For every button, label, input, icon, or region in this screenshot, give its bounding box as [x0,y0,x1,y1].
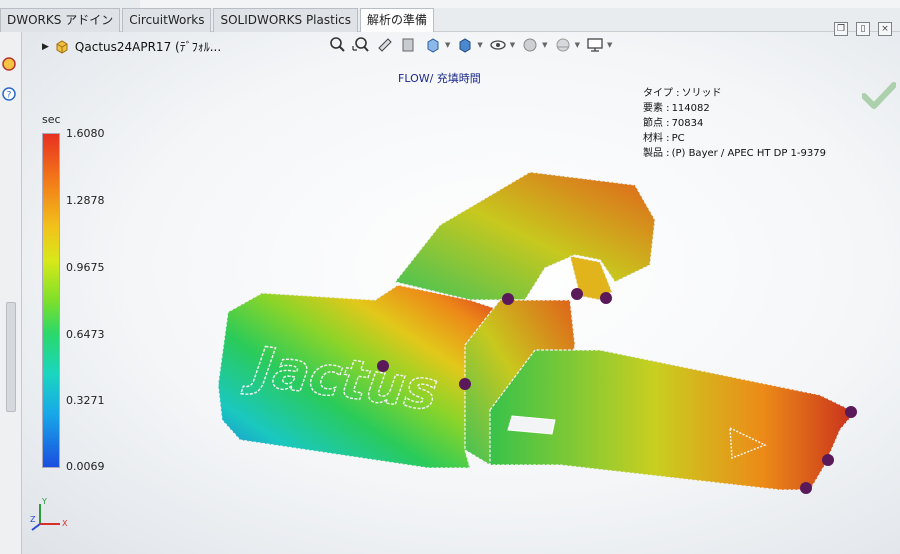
gate-marker[interactable] [459,378,471,390]
gate-marker[interactable] [800,482,812,494]
gate-marker[interactable] [377,360,389,372]
part-model-render[interactable]: Jactus [0,0,900,554]
gate-marker[interactable] [845,406,857,418]
coordinate-triad-icon: Y X Z [30,497,68,531]
triad-y-label: Y [41,497,47,506]
part-body [217,171,856,491]
gate-marker[interactable] [600,292,612,304]
gate-marker[interactable] [822,454,834,466]
triad-x-label: X [62,519,68,528]
gate-marker[interactable] [571,288,583,300]
triad-z-label: Z [30,515,36,524]
gate-marker[interactable] [502,293,514,305]
